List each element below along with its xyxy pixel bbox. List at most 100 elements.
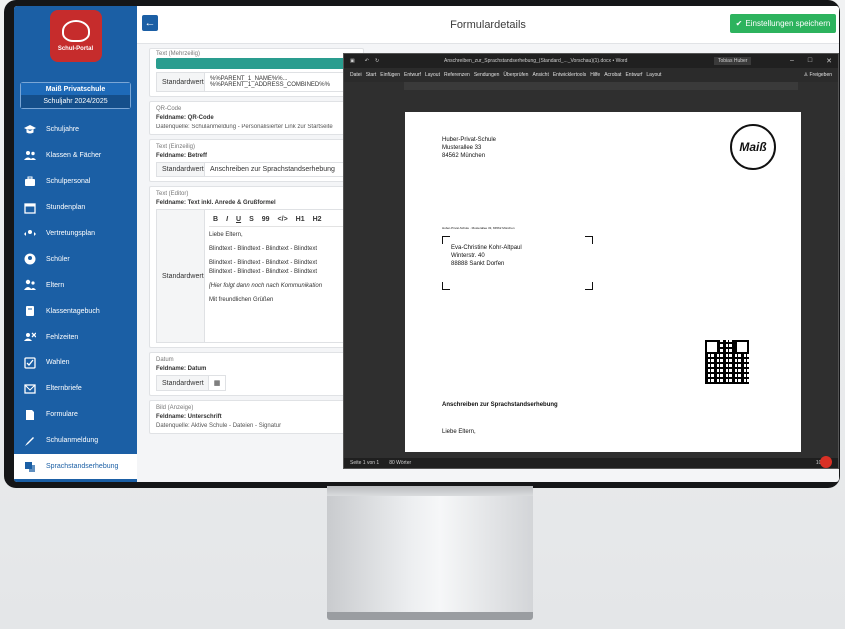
window-mark [442, 282, 450, 290]
checkbox-icon [23, 357, 37, 369]
code-button[interactable]: </> [278, 216, 288, 223]
save-settings-button[interactable]: ✔ Einstellungen speichern [730, 14, 836, 33]
section-type: Bild (Anzeige) [156, 405, 194, 411]
sidebar-item[interactable]: Klassen & Fächer [14, 143, 137, 169]
sidebar-item[interactable]: Sprachstandserhebung [14, 453, 137, 480]
ribbon-tab[interactable]: Layout [646, 72, 661, 78]
sidebar-item-label: Formulare [46, 411, 78, 419]
calendar-icon: ▦ [213, 380, 221, 387]
ribbon-tab[interactable]: Acrobat [604, 72, 621, 78]
ribbon-tab[interactable]: Überprüfen [503, 72, 528, 78]
sidebar-item[interactable]: Schulanmeldung [14, 428, 137, 454]
school-stamp: Maiß [730, 124, 776, 170]
stamp-text: Maiß [739, 140, 767, 154]
document-page: Huber-Privat-Schule Musterallee 33 84562… [405, 112, 801, 452]
word-count[interactable]: 80 Wörter [389, 460, 411, 466]
field-name: Feldname: Unterschrift [156, 414, 222, 420]
section-qr-code: QR-Code Feldname: QR-Code Datenquelle: S… [149, 101, 364, 135]
save-icon[interactable]: ▣ [350, 58, 355, 64]
section-type: Text (Mehrzeilig) [156, 51, 201, 57]
ribbon-tab[interactable]: Layout [425, 72, 440, 78]
sidebar-item-label: Fehlzeiten [46, 333, 79, 341]
ribbon-tab[interactable]: Ansicht [532, 72, 548, 78]
sender-address: Huber-Privat-Schule Musterallee 33 84562… [442, 136, 496, 160]
sidebar-item[interactable]: Schulpersonal [14, 169, 137, 195]
document-icon [23, 409, 37, 421]
sidebar-item-label: Schüler [46, 255, 70, 263]
recipient-line: 88888 Sankt Dorfen [451, 261, 505, 267]
return-line: Huber-Privat-Schule · Musterallee 33, 84… [442, 226, 515, 230]
ruler [404, 82, 798, 90]
sidebar-item[interactable]: Vertretungsplan [14, 221, 137, 247]
calendar-icon [23, 202, 37, 214]
ribbon-tab[interactable]: Einfügen [380, 72, 400, 78]
underline-button[interactable]: U [236, 216, 241, 223]
default-value-row: Standardwert ▦ [156, 375, 226, 391]
rich-text-editor[interactable]: B I U S 99 </> H1 H2 Liebe Eltern, Blind… [205, 210, 356, 342]
strikethrough-button[interactable]: S [249, 216, 254, 223]
section-type: Text (Einzeilig) [156, 144, 196, 150]
italic-button[interactable]: I [226, 216, 228, 223]
sidebar-item-label: Eltern [46, 281, 65, 289]
editor-paragraph: Blindtext - Blindtext - Blindtext - Blin… [209, 269, 318, 275]
sidebar-item[interactable]: Fehlzeiten [14, 324, 137, 350]
section-text-editor: Text (Editor) Feldname: Text inkl. Anred… [149, 186, 364, 348]
page-count[interactable]: Seite 1 von 1 [350, 460, 379, 466]
minimize-icon[interactable]: – [790, 57, 794, 65]
sidebar-item[interactable]: Schuljahre [14, 117, 137, 143]
people-icon [23, 150, 37, 162]
sidebar-item[interactable]: Formulare [14, 402, 137, 428]
school-name: Maiß Privatschule [21, 83, 130, 95]
sidebar-item[interactable]: Elternbriefe [14, 376, 137, 402]
ribbon-tab[interactable]: Referenzen [444, 72, 470, 78]
notification-badge[interactable] [820, 456, 832, 468]
ribbon-tab[interactable]: Hilfe [590, 72, 600, 78]
undo-icon[interactable]: ↶ [365, 58, 369, 64]
sidebar-item[interactable]: Schüler [14, 246, 137, 272]
topbar: ← Formulardetails ✔ Einstellungen speich… [137, 6, 839, 44]
default-value-label: Standardwert [157, 73, 205, 91]
sidebar-item[interactable]: Wahlen [14, 350, 137, 376]
bold-button[interactable]: B [213, 216, 218, 223]
sender-line: 84562 München [442, 153, 486, 159]
editor-content[interactable]: Liebe Eltern, Blindtext - Blindtext - Bl… [209, 231, 352, 310]
heading1-button[interactable]: H1 [296, 216, 305, 223]
share-button[interactable]: ♙ Freigeben [804, 72, 832, 78]
sidebar-item-label: Klassen & Fächer [46, 152, 102, 160]
editor-paragraph: [Hier folgt dann noch nach Kommunikation [209, 283, 323, 289]
ribbon-tab[interactable]: Entwurf [404, 72, 421, 78]
date-picker-button[interactable]: ▦ [209, 376, 225, 390]
sidebar: Schul-Portal Maiß Privatschule Schuljahr… [14, 6, 137, 482]
sidebar-item[interactable]: Klassentagebuch [14, 298, 137, 324]
default-value-label: Standardwert [157, 376, 209, 390]
sidebar-item[interactable]: Stundenplan [14, 195, 137, 221]
ribbon-tab[interactable]: Entwurf [625, 72, 642, 78]
default-value-textarea[interactable]: %%PARENT_1_NAME%%... %%PARENT_1_ADDRESS_… [205, 73, 356, 91]
school-selector[interactable]: Maiß Privatschule Schuljahr 2024/2025 [20, 82, 131, 109]
maximize-icon[interactable]: □ [808, 57, 812, 65]
sidebar-item[interactable]: Zeugnisse [14, 479, 137, 482]
default-value-label: Standardwert [157, 163, 205, 176]
letter-subject: Anschreiben zur Sprachstandserhebung [442, 402, 558, 408]
logo-emblem [61, 20, 90, 42]
subject-input[interactable]: Anschreiben zur Sprachstandserhebung [205, 163, 356, 176]
default-value-label: Standardwert [157, 210, 205, 342]
close-icon[interactable]: ✕ [826, 57, 832, 65]
ribbon-tab[interactable]: Sendungen [474, 72, 500, 78]
ribbon-tab[interactable]: Entwicklertools [553, 72, 586, 78]
user-name[interactable]: Tobias Huber [714, 57, 752, 65]
heading2-button[interactable]: H2 [313, 216, 322, 223]
monitor-stand [327, 486, 533, 616]
data-source: Datenquelle: Aktive Schule - Dateien - S… [156, 423, 282, 429]
ribbon-tab[interactable]: Datei [350, 72, 362, 78]
editor-paragraph: Blindtext - Blindtext - Blindtext - Blin… [209, 246, 318, 252]
school-portal-logo[interactable]: Schul-Portal [49, 10, 102, 62]
preview-bar[interactable] [156, 58, 357, 69]
sidebar-item[interactable]: Eltern [14, 272, 137, 298]
quote-button[interactable]: 99 [262, 216, 270, 223]
ribbon-tab[interactable]: Start [366, 72, 377, 78]
sender-line: Huber-Privat-Schule [442, 137, 497, 143]
default-value-row: Standardwert B I U S 99 </> H1 H2 Liebe … [156, 209, 357, 343]
redo-icon[interactable]: ↻ [375, 58, 379, 64]
sidebar-item-label: Schuljahre [46, 126, 80, 134]
